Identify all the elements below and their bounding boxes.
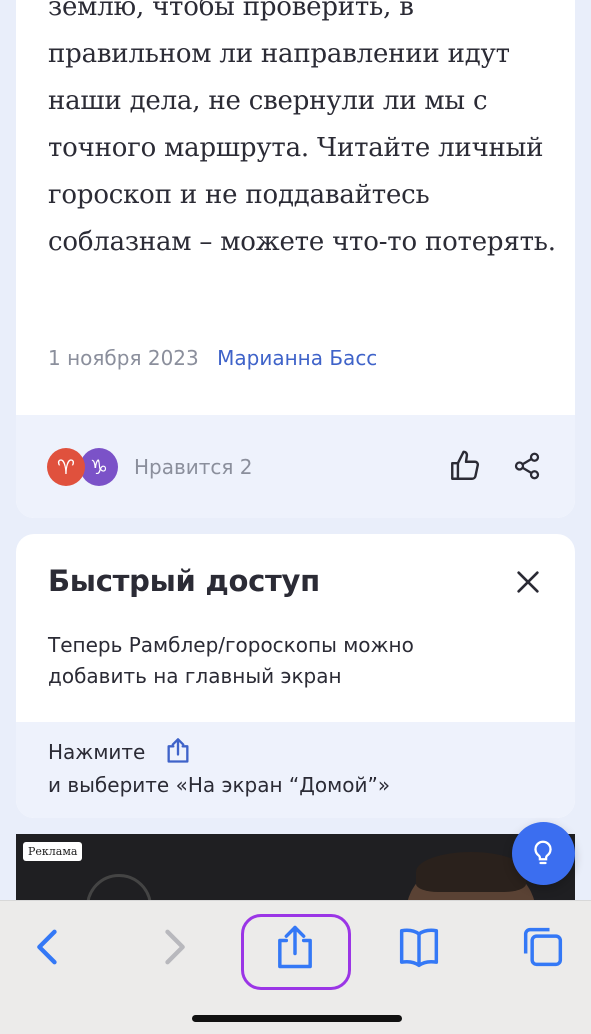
browser-toolbar [0,900,591,1034]
reactions-bar: ♈ ♑ Нравится 2 [16,415,575,518]
step-choose-label: и выберите «На экран “Домой”» [48,773,391,797]
tabs-icon[interactable] [517,921,569,973]
bookmarks-icon[interactable] [393,921,445,973]
quick-access-steps: Нажмите и выберите «На экран “Домой”» [16,722,575,818]
back-icon[interactable] [22,921,74,973]
article-meta: 1 ноября 2023 Марианна Басс [48,346,377,370]
quick-access-card: Быстрый доступ Теперь Рамблер/гороскопы … [16,534,575,818]
capricorn-avatar: ♑ [80,448,118,486]
thumbs-up-icon[interactable] [448,449,482,483]
likes-count: Нравится 2 [134,455,253,479]
step-tap-label: Нажмите [48,740,146,764]
lightbulb-icon [534,840,552,865]
forward-icon[interactable] [148,921,200,973]
author-link[interactable]: Марианна Басс [217,346,377,370]
article-text: землю, чтобы проверить, в правильном ли … [48,0,556,257]
close-icon[interactable] [512,566,544,598]
quick-access-title: Быстрый доступ [48,564,320,598]
share-icon[interactable] [269,921,321,973]
ad-image-hair [416,852,526,892]
home-indicator [192,1015,402,1022]
article-date: 1 ноября 2023 [48,346,199,370]
aries-avatar: ♈ [47,448,85,486]
ad-label: Реклама [23,842,83,861]
share-icon [167,738,189,763]
article-card: землю, чтобы проверить, в правильном ли … [16,0,575,518]
assistant-button[interactable] [512,822,575,885]
share-icon[interactable] [512,451,542,481]
quick-access-description: Теперь Рамблер/гороскопы можно добавить … [48,633,414,688]
